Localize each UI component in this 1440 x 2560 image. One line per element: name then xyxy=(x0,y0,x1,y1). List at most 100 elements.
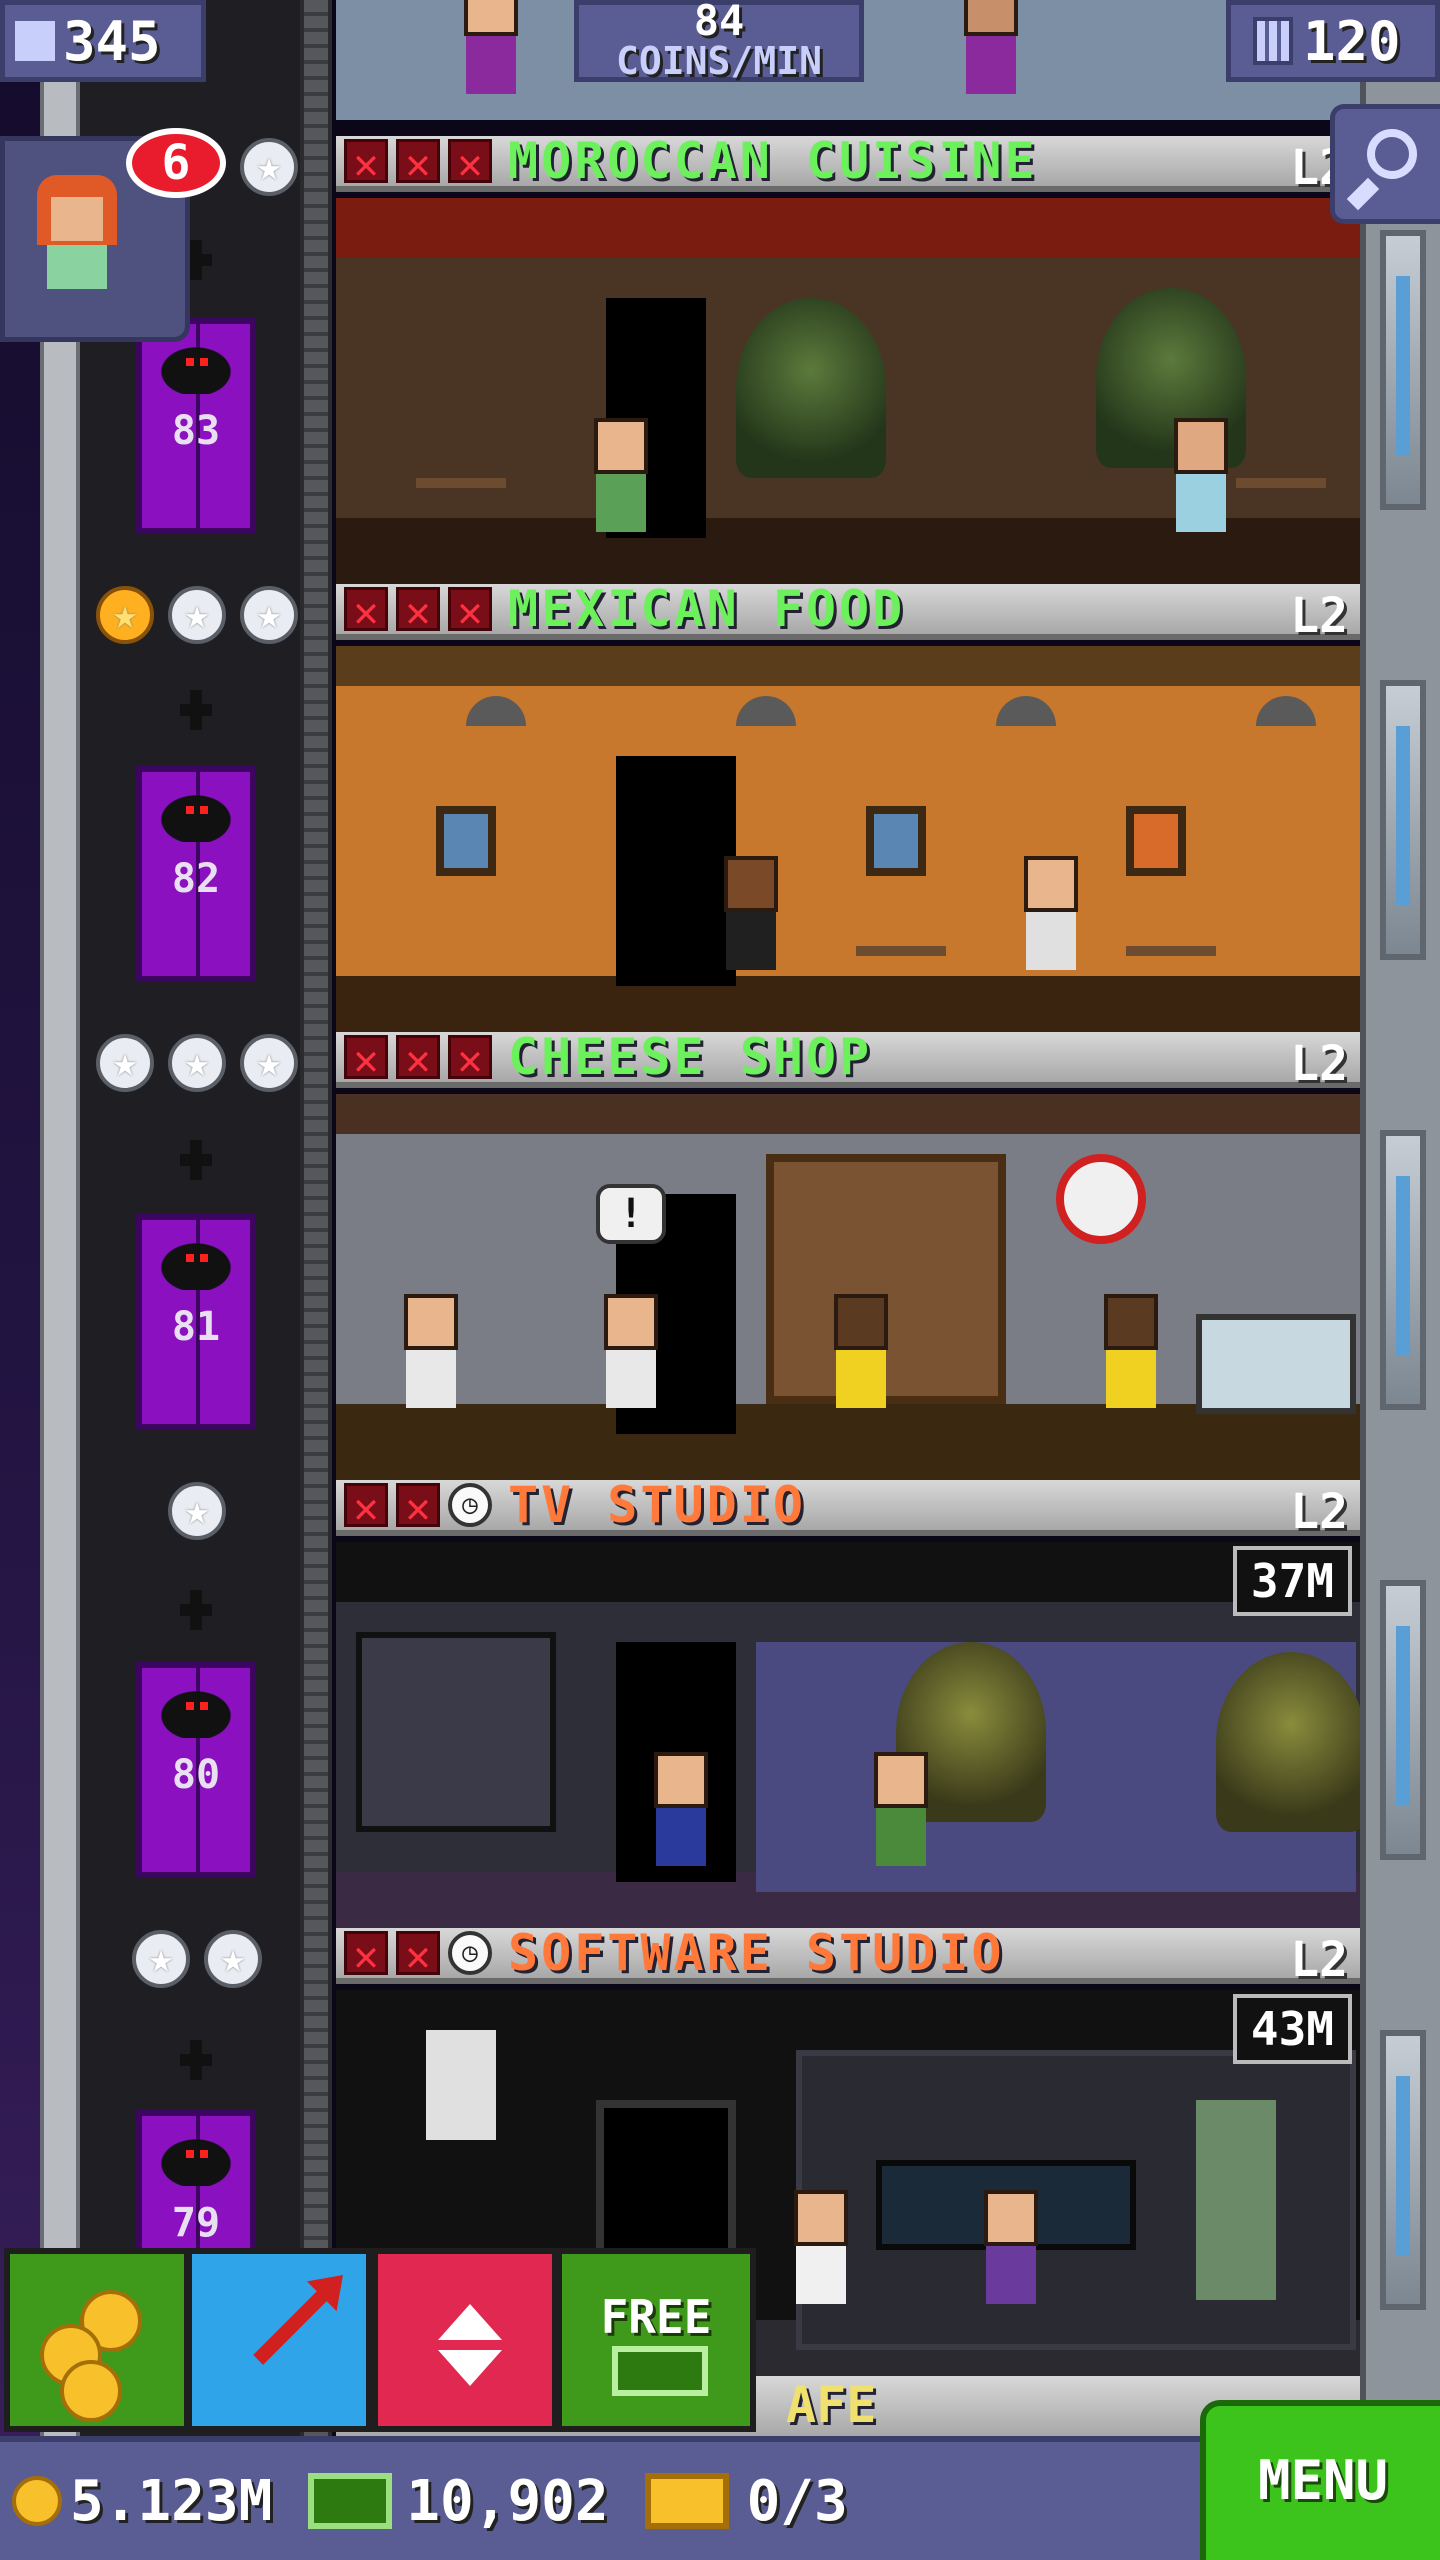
bitizen[interactable] xyxy=(396,1294,466,1414)
ceiling-lamp xyxy=(996,696,1056,726)
floor-name: MOROCCAN CUISINE xyxy=(508,132,1038,190)
ticket-icon xyxy=(644,2473,729,2529)
population-counter[interactable]: 345 xyxy=(0,0,206,82)
coins-stat[interactable]: 5.123M xyxy=(12,2469,272,2534)
floor-level: L2 xyxy=(1290,588,1348,644)
table xyxy=(856,946,946,1006)
population-icon xyxy=(15,21,55,61)
floor-marker-icon xyxy=(180,690,212,730)
floor-number: 82 xyxy=(171,856,221,902)
stock-empty-icon: ✕ xyxy=(344,1035,388,1082)
restock-timer: 37M xyxy=(1232,1546,1352,1616)
star-icon: ★ xyxy=(204,1930,262,1988)
star-icon: ★ xyxy=(168,1034,226,1092)
population-value: 345 xyxy=(63,9,161,73)
floor-level: L2 xyxy=(1290,1036,1348,1092)
floor-header[interactable]: ✕ ✕ ◷ SOFTWARE STUDIO L2 xyxy=(336,1924,1360,1988)
elevator-door[interactable]: 83 xyxy=(136,318,256,534)
bitizen[interactable] xyxy=(596,1294,666,1414)
control-desk xyxy=(356,1632,556,1832)
stock-empty-icon: ✕ xyxy=(396,587,440,634)
stock-empty-icon: ✕ xyxy=(344,1931,388,1978)
coins-per-min-label: COINS/MIN xyxy=(616,39,822,83)
ceiling-lamp xyxy=(1256,696,1316,726)
floor-number: 83 xyxy=(171,408,221,454)
collect-coins-button[interactable] xyxy=(4,2248,190,2432)
elevator-button[interactable] xyxy=(372,2248,558,2432)
elevator-door[interactable]: 81 xyxy=(136,1214,256,1430)
bat-icon xyxy=(148,1682,244,1738)
bitizen[interactable] xyxy=(586,418,656,538)
star-icon: ★ xyxy=(168,586,226,644)
elevator-door[interactable]: 82 xyxy=(136,766,256,982)
star-icon: ★ xyxy=(132,1930,190,1988)
floor-marker-icon xyxy=(180,1590,212,1630)
bux-stat[interactable]: 10,902 xyxy=(308,2469,609,2534)
bat-icon xyxy=(148,786,244,842)
floor-number: 81 xyxy=(171,1304,221,1350)
floor-tv-studio[interactable]: ✕ ✕ ◷ TV STUDIO L2 37M xyxy=(336,1476,1360,1928)
table xyxy=(416,478,506,538)
tickets-stat[interactable]: 0/3 xyxy=(644,2469,848,2534)
stock-empty-icon: ✕ xyxy=(448,1035,492,1082)
plant xyxy=(736,298,886,478)
free-bux-button[interactable]: FREE xyxy=(556,2248,756,2432)
room-interior xyxy=(336,198,1360,584)
bitizen[interactable] xyxy=(646,1752,716,1872)
floor-name: CHEESE SHOP xyxy=(508,1028,873,1086)
tower-window xyxy=(1380,230,1426,510)
floor-cheese-shop[interactable]: ✕ ✕ ✕ CHEESE SHOP L2 ! xyxy=(336,1028,1360,1480)
wall-picture xyxy=(436,806,496,876)
bitizen[interactable] xyxy=(866,1752,936,1872)
stock-empty-icon: ✕ xyxy=(396,1931,440,1978)
free-label: FREE xyxy=(600,2290,712,2344)
stock-empty-icon: ✕ xyxy=(396,1035,440,1082)
bitizen[interactable] xyxy=(716,856,786,976)
floor-moroccan-cuisine[interactable]: ✕ ✕ ✕ MOROCCAN CUISINE L2 xyxy=(336,132,1360,584)
star-icon: ★ xyxy=(240,1034,298,1092)
bitizen[interactable] xyxy=(786,2190,856,2310)
floor-header[interactable]: ✕ ✕ ✕ CHEESE SHOP L2 xyxy=(336,1028,1360,1092)
coins-per-min-value: 84 xyxy=(693,0,745,45)
tower-window xyxy=(1380,1580,1426,1860)
building-icon xyxy=(1253,17,1293,65)
speech-bubble[interactable]: ! xyxy=(596,1184,666,1244)
table xyxy=(1236,478,1326,538)
bux-icon xyxy=(612,2346,708,2396)
floor-header[interactable]: ✕ ✕ ✕ MOROCCAN CUISINE L2 xyxy=(336,132,1360,196)
floor-number: 80 xyxy=(171,1752,221,1798)
floor-header[interactable]: ✕ ✕ ◷ TV STUDIO L2 xyxy=(336,1476,1360,1540)
star-icon: ★ xyxy=(240,586,298,644)
bitizen[interactable] xyxy=(976,2190,1046,2310)
floor-header[interactable]: ✕ ✕ ✕ MEXICAN FOOD L2 xyxy=(336,580,1360,644)
menu-button[interactable]: MENU xyxy=(1200,2400,1440,2560)
stock-empty-icon: ✕ xyxy=(396,1483,440,1530)
coins-per-minute: 84 COINS/MIN xyxy=(574,0,864,82)
bitizen[interactable] xyxy=(1016,856,1086,976)
star-icon: ★ xyxy=(96,586,154,644)
cheese-counter xyxy=(1196,1314,1356,1414)
bitizen[interactable] xyxy=(1166,418,1236,538)
bitizen[interactable] xyxy=(826,1294,896,1414)
filing-cabinet xyxy=(1196,2100,1276,2300)
stock-empty-icon: ✕ xyxy=(344,587,388,634)
restock-timer: 43M xyxy=(1232,1994,1352,2064)
notification-badge[interactable]: 6 xyxy=(126,128,226,198)
floor-mexican-food[interactable]: ✕ ✕ ✕ MEXICAN FOOD L2 xyxy=(336,580,1360,1032)
vip-button[interactable] xyxy=(186,2248,372,2432)
avatar xyxy=(37,175,117,305)
down-arrow-icon xyxy=(438,2350,502,2386)
clock-icon: ◷ xyxy=(448,1931,492,1975)
elevator-door[interactable]: 80 xyxy=(136,1662,256,1878)
table xyxy=(1126,946,1216,1006)
night-sky xyxy=(0,0,40,2560)
elevator-rail xyxy=(300,0,332,2560)
room-interior: ! xyxy=(336,1094,1360,1480)
floor-counter[interactable]: 120 xyxy=(1226,0,1440,82)
wall-picture xyxy=(1126,806,1186,876)
floor-name: AFE xyxy=(786,2376,877,2434)
stock-empty-icon: ✕ xyxy=(448,587,492,634)
bat-icon xyxy=(148,1234,244,1290)
search-button[interactable] xyxy=(1330,104,1440,224)
bitizen[interactable] xyxy=(1096,1294,1166,1414)
